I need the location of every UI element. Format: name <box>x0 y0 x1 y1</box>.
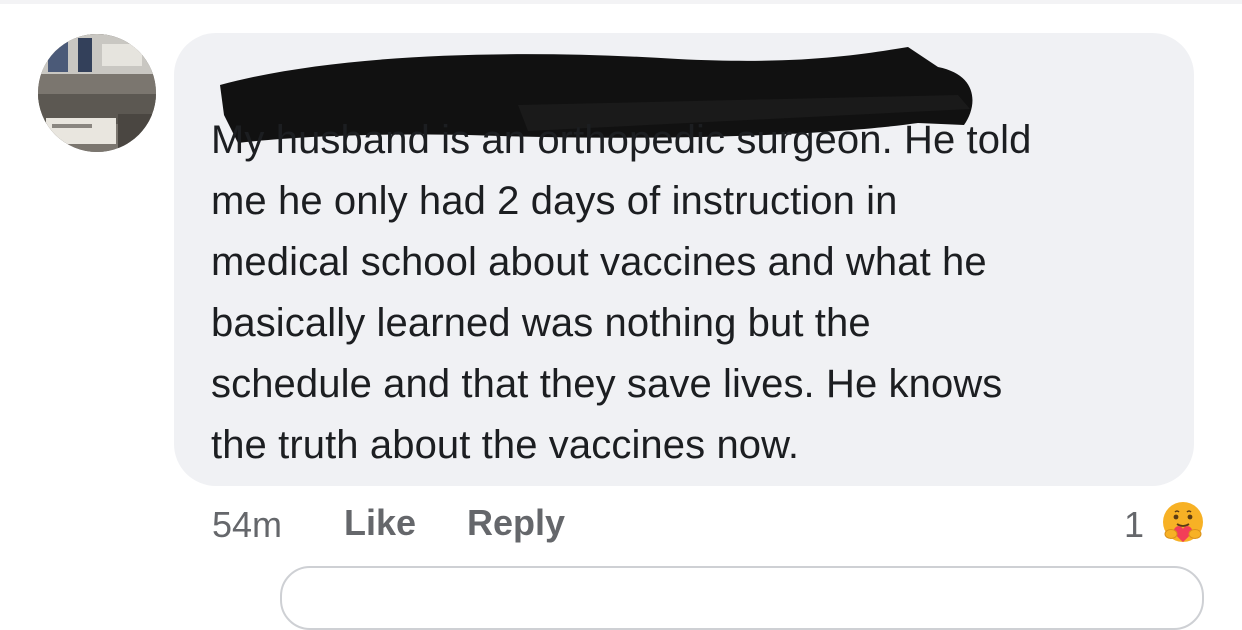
avatar-photo-icon <box>38 34 156 152</box>
comment-actions-bar: 54m Like Reply 1 <box>0 500 1242 550</box>
comment-line: medical school about vaccines and what h… <box>211 240 987 284</box>
top-divider <box>0 0 1242 4</box>
commenter-avatar[interactable] <box>38 34 156 152</box>
comment-line: My husband is an orthopedic surgeon. He … <box>211 118 1032 162</box>
reaction-count[interactable]: 1 <box>1124 504 1144 546</box>
comment-line: schedule and that they save lives. He kn… <box>211 362 1003 406</box>
comment-timestamp[interactable]: 54m <box>212 504 282 546</box>
comment-line: me he only had 2 days of instruction in <box>211 179 898 223</box>
like-button[interactable]: Like <box>344 502 416 544</box>
comment-line: basically learned was nothing but the <box>211 301 871 345</box>
reply-input[interactable] <box>280 566 1204 630</box>
care-reaction-icon[interactable] <box>1158 498 1208 548</box>
reply-button[interactable]: Reply <box>467 502 565 544</box>
comment-line: the truth about the vaccines now. <box>211 423 800 467</box>
comment-text: My husband is an orthopedic surgeon. He … <box>211 110 1171 476</box>
